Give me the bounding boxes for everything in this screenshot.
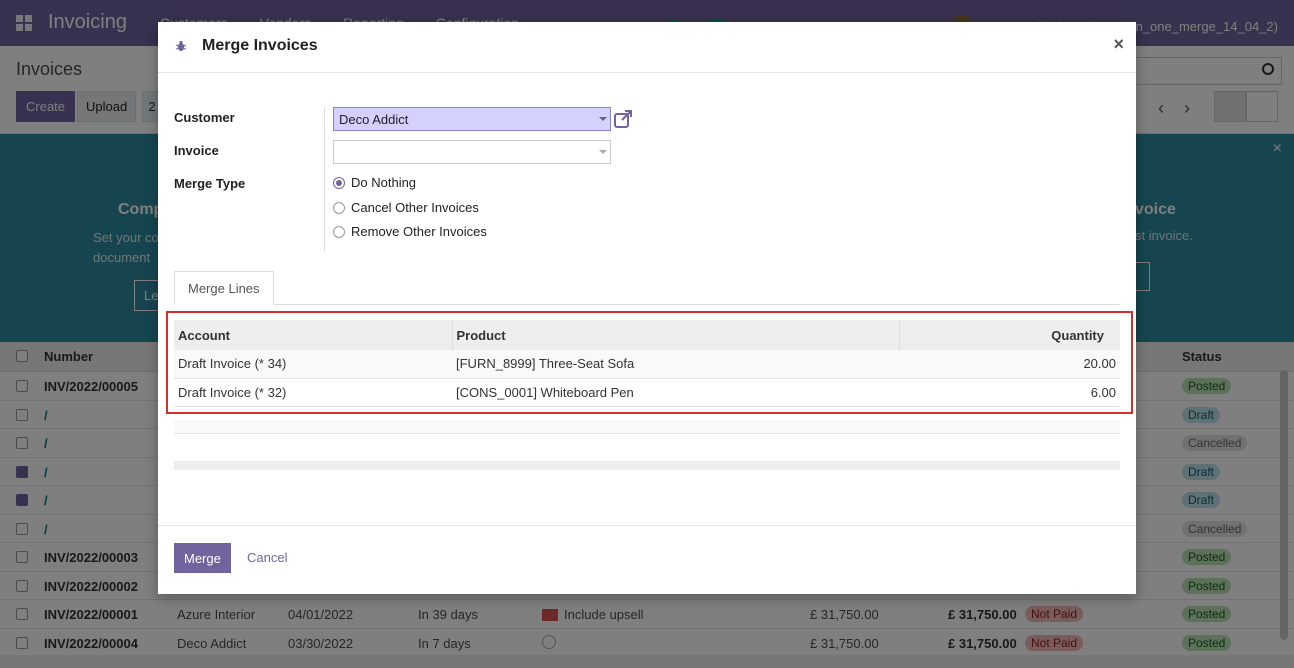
merge-option-remove-other[interactable]: Remove Other Invoices — [333, 224, 487, 239]
invoice-field[interactable] — [333, 140, 611, 164]
merge-option-label: Cancel Other Invoices — [351, 200, 479, 215]
merge-option-label: Do Nothing — [351, 175, 417, 190]
highlight-box — [166, 311, 1133, 414]
cancel-button[interactable]: Cancel — [247, 550, 287, 565]
tabs-divider — [174, 304, 1120, 305]
merge-button[interactable]: Merge — [174, 543, 231, 573]
invoice-dropdown-caret-icon[interactable] — [599, 150, 607, 154]
dialog-header: Merge Invoices × — [158, 22, 1136, 73]
dialog-footer: Merge Cancel — [158, 525, 1136, 594]
radio-remove-other[interactable] — [333, 225, 345, 238]
customer-field[interactable]: Deco Addict — [333, 107, 611, 131]
tab-merge-lines[interactable]: Merge Lines — [174, 271, 274, 305]
table-footer — [174, 461, 1120, 470]
radio-cancel-other[interactable] — [333, 201, 345, 214]
customer-label: Customer — [174, 110, 235, 125]
merge-option-cancel-other[interactable]: Cancel Other Invoices — [333, 200, 479, 215]
external-link-icon[interactable] — [613, 109, 633, 129]
radio-do-nothing[interactable] — [333, 176, 345, 189]
merge-option-do-nothing[interactable]: Do Nothing — [333, 175, 416, 190]
merge-type-label: Merge Type — [174, 176, 246, 191]
invoice-label: Invoice — [174, 143, 219, 158]
customer-value: Deco Addict — [339, 112, 409, 127]
close-icon[interactable]: × — [1113, 34, 1124, 55]
dialog-title: Merge Invoices — [202, 37, 318, 54]
merge-option-label: Remove Other Invoices — [351, 224, 487, 239]
bug-icon — [176, 40, 186, 51]
label-separator — [324, 107, 325, 252]
table-empty-row — [174, 420, 1120, 434]
customer-dropdown-caret-icon[interactable] — [599, 117, 607, 121]
merge-invoices-dialog: Merge Invoices × Customer Invoice Merge … — [158, 22, 1136, 594]
